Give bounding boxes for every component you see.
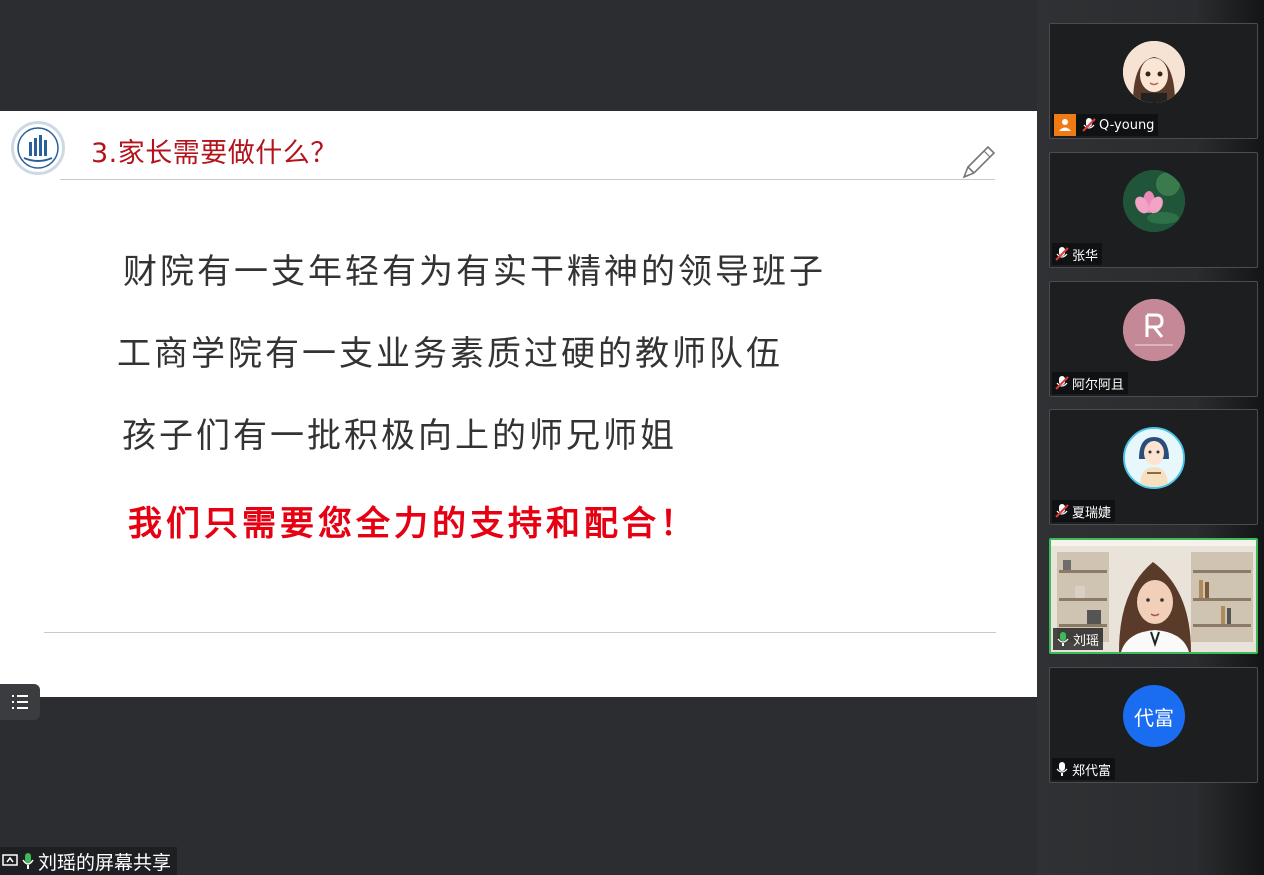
participant-tile[interactable]: 代富 郑代富 — [1049, 667, 1258, 783]
bottom-divider — [44, 632, 996, 633]
slide-line: 财院有一支年轻有为有实干精神的领导班子 — [123, 252, 826, 292]
host-icon — [1054, 114, 1076, 136]
list-icon — [12, 695, 28, 709]
participant-name-tag: 夏瑞婕 — [1052, 500, 1116, 522]
participant-tile[interactable]: 张华 — [1049, 152, 1258, 268]
mic-active-icon — [1057, 632, 1069, 646]
participant-avatar: 代富 — [1123, 685, 1185, 747]
slide-list-button[interactable] — [0, 684, 40, 720]
title-divider — [60, 179, 995, 180]
participant-name: Q-young — [1099, 117, 1155, 133]
participant-name: 郑代富 — [1072, 763, 1112, 779]
screen-share-text: 刘瑶的屏幕共享 — [38, 851, 172, 874]
participant-name: 张华 — [1072, 248, 1099, 264]
participant-avatar — [1123, 41, 1185, 103]
participant-name: 夏瑞婕 — [1072, 505, 1112, 521]
presentation-slide: 3.家长需要做什么？ 财院有一支年轻有为有实干精神的领导班子 工商学院有一支业务… — [0, 111, 1037, 697]
participant-tile[interactable]: Q-young — [1049, 23, 1258, 139]
participant-avatar — [1123, 170, 1185, 232]
participant-name-tag: 郑代富 — [1052, 758, 1116, 780]
participant-name: 阿尔阿且 — [1072, 377, 1125, 393]
participant-name: 刘瑶 — [1073, 633, 1100, 649]
participant-name-tag: 张华 — [1052, 243, 1103, 265]
slide-title: 3.家长需要做什么？ — [91, 138, 338, 169]
participant-tile-active-speaker[interactable]: 刘瑶 — [1049, 538, 1258, 654]
participant-avatar — [1123, 299, 1185, 361]
pen-icon — [962, 145, 996, 179]
participant-name-tag: Q-young — [1052, 114, 1159, 136]
mic-muted-icon — [1055, 376, 1069, 390]
avatar-initials: 代富 — [1134, 705, 1174, 730]
screen-share-icon — [2, 854, 18, 866]
mic-icon — [22, 853, 34, 869]
screen-share-label: 刘瑶的屏幕共享 — [0, 847, 178, 875]
participant-name-tag: 刘瑶 — [1053, 628, 1104, 650]
participant-tile[interactable]: 夏瑞婕 — [1049, 409, 1258, 525]
participant-avatar — [1123, 427, 1185, 489]
slide-line: 工商学院有一支业务素质过硬的教师队伍 — [117, 334, 783, 374]
school-logo — [11, 121, 65, 175]
participant-tile[interactable]: 阿尔阿且 — [1049, 281, 1258, 397]
mic-icon — [1056, 762, 1068, 776]
slide-line: 孩子们有一批积极向上的师兄师姐 — [122, 416, 677, 456]
screen-share-stage: 3.家长需要做什么？ 财院有一支年轻有为有实干精神的领导班子 工商学院有一支业务… — [0, 0, 1037, 875]
mic-muted-icon — [1055, 504, 1069, 518]
mic-muted-icon — [1082, 118, 1096, 132]
slide-highlight-line: 我们只需要您全力的支持和配合！ — [128, 504, 698, 544]
mic-muted-icon — [1055, 247, 1069, 261]
participant-name-tag: 阿尔阿且 — [1052, 372, 1129, 394]
